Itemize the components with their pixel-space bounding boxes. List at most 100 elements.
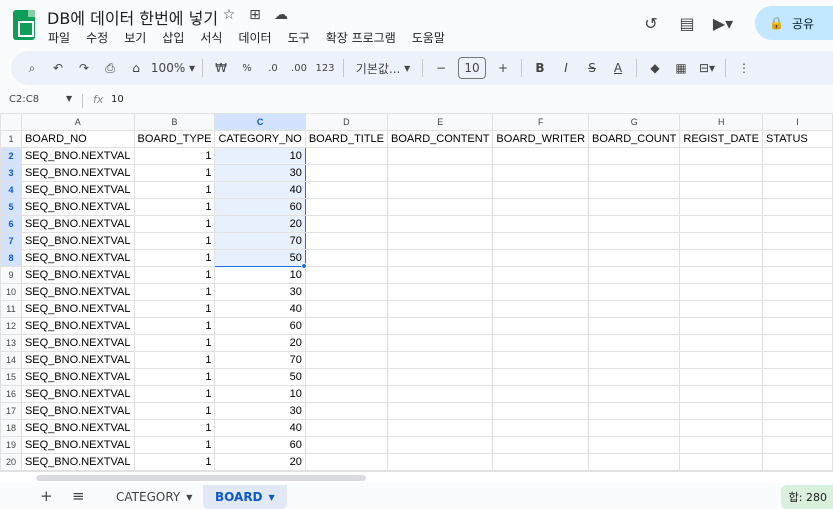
row-header[interactable]: 3 xyxy=(0,164,22,182)
column-header-c[interactable]: C xyxy=(214,113,306,131)
cell-b[interactable]: 1 xyxy=(133,317,216,335)
cell-h[interactable] xyxy=(679,317,763,335)
cell-e[interactable] xyxy=(387,215,494,233)
cell-g[interactable] xyxy=(588,300,681,318)
cell-a[interactable]: SEQ_BNO.NEXTVAL xyxy=(20,385,135,403)
cell-e[interactable] xyxy=(387,232,494,250)
cell-g[interactable] xyxy=(588,147,681,165)
cell-h[interactable] xyxy=(679,266,763,284)
search-menus-icon[interactable]: ⌕ xyxy=(19,56,45,80)
cell-g[interactable] xyxy=(588,181,681,199)
cell-f[interactable] xyxy=(492,147,590,165)
cell-e[interactable] xyxy=(387,164,494,182)
row-header[interactable]: 15 xyxy=(0,368,22,386)
cell-e[interactable] xyxy=(387,317,494,335)
cell-d[interactable] xyxy=(304,266,389,284)
menu-file[interactable]: 파일 xyxy=(40,29,78,46)
cell-b[interactable]: 1 xyxy=(133,215,216,233)
cell-e[interactable] xyxy=(387,402,494,420)
cell-c[interactable]: 30 xyxy=(214,283,306,301)
cell-g[interactable] xyxy=(588,249,681,267)
cell-i[interactable] xyxy=(761,164,833,182)
cell-h[interactable] xyxy=(679,215,763,233)
add-sheet-icon[interactable]: + xyxy=(40,487,53,505)
cell-c[interactable]: 60 xyxy=(214,436,306,454)
undo-icon[interactable]: ↶ xyxy=(45,56,71,80)
cell-f[interactable] xyxy=(492,402,590,420)
cell-a[interactable]: SEQ_BNO.NEXTVAL xyxy=(20,283,135,301)
cell-a[interactable]: SEQ_BNO.NEXTVAL xyxy=(20,368,135,386)
cell-header-e[interactable]: BOARD_CONTENT xyxy=(387,130,494,148)
cell-h[interactable] xyxy=(679,436,763,454)
formula-input[interactable]: 10 xyxy=(111,94,124,105)
cell-a[interactable]: SEQ_BNO.NEXTVAL xyxy=(20,453,135,471)
percent-format-button[interactable]: % xyxy=(234,56,260,80)
cell-i[interactable] xyxy=(761,402,833,420)
cell-b[interactable]: 1 xyxy=(133,232,216,250)
text-color-icon[interactable]: A xyxy=(605,56,631,80)
cell-b[interactable]: 1 xyxy=(133,147,216,165)
cell-a[interactable]: SEQ_BNO.NEXTVAL xyxy=(20,181,135,199)
cell-g[interactable] xyxy=(588,351,681,369)
number-format-button[interactable]: 123 xyxy=(312,56,338,80)
cell-i[interactable] xyxy=(761,334,833,352)
cell-b[interactable]: 1 xyxy=(133,249,216,267)
merge-cells-icon[interactable]: ⊟▾ xyxy=(694,56,720,80)
row-header[interactable]: 12 xyxy=(0,317,22,335)
menu-data[interactable]: 데이터 xyxy=(230,29,279,46)
cell-c[interactable]: 60 xyxy=(214,317,306,335)
cell-f[interactable] xyxy=(492,334,590,352)
cell-e[interactable] xyxy=(387,351,494,369)
cell-header-g[interactable]: BOARD_COUNT xyxy=(588,130,681,148)
cell-g[interactable] xyxy=(588,419,681,437)
cell-i[interactable] xyxy=(761,181,833,199)
cell-h[interactable] xyxy=(679,453,763,471)
row-header[interactable]: 6 xyxy=(0,215,22,233)
row-header[interactable]: 20 xyxy=(0,453,22,471)
cell-e[interactable] xyxy=(387,419,494,437)
cell-a[interactable]: SEQ_BNO.NEXTVAL xyxy=(20,317,135,335)
cell-b[interactable]: 1 xyxy=(133,181,216,199)
row-header[interactable]: 13 xyxy=(0,334,22,352)
cell-f[interactable] xyxy=(492,317,590,335)
redo-icon[interactable]: ↷ xyxy=(71,56,97,80)
cell-e[interactable] xyxy=(387,453,494,471)
cell-c[interactable]: 50 xyxy=(214,368,306,386)
cell-b[interactable]: 1 xyxy=(133,453,216,471)
cell-f[interactable] xyxy=(492,283,590,301)
cell-f[interactable] xyxy=(492,232,590,250)
cell-header-a[interactable]: BOARD_NO xyxy=(20,130,135,148)
row-header[interactable]: 14 xyxy=(0,351,22,369)
cell-a[interactable]: SEQ_BNO.NEXTVAL xyxy=(20,402,135,420)
cell-f[interactable] xyxy=(492,453,590,471)
italic-icon[interactable]: I xyxy=(553,56,579,80)
cell-d[interactable] xyxy=(304,317,389,335)
cell-d[interactable] xyxy=(304,385,389,403)
cell-c[interactable]: 70 xyxy=(214,351,306,369)
cell-e[interactable] xyxy=(387,368,494,386)
cell-a[interactable]: SEQ_BNO.NEXTVAL xyxy=(20,249,135,267)
cell-h[interactable] xyxy=(679,402,763,420)
cell-e[interactable] xyxy=(387,181,494,199)
cell-d[interactable] xyxy=(304,249,389,267)
cell-f[interactable] xyxy=(492,181,590,199)
cell-h[interactable] xyxy=(679,300,763,318)
cell-c[interactable]: 70 xyxy=(214,232,306,250)
cell-d[interactable] xyxy=(304,453,389,471)
cell-h[interactable] xyxy=(679,232,763,250)
cell-a[interactable]: SEQ_BNO.NEXTVAL xyxy=(20,266,135,284)
name-box[interactable]: C2:C8 xyxy=(9,94,39,105)
cell-header-i[interactable]: STATUS xyxy=(761,130,833,148)
cell-c[interactable]: 20 xyxy=(214,453,306,471)
cell-e[interactable] xyxy=(387,147,494,165)
cell-i[interactable] xyxy=(761,453,833,471)
cloud-status-icon[interactable]: ☁ xyxy=(272,7,290,23)
row-header[interactable]: 1 xyxy=(0,130,22,148)
cell-h[interactable] xyxy=(679,419,763,437)
row-header[interactable]: 5 xyxy=(0,198,22,216)
select-all-corner[interactable] xyxy=(0,113,22,131)
cell-g[interactable] xyxy=(588,215,681,233)
all-sheets-icon[interactable]: ≡ xyxy=(72,487,85,505)
cell-f[interactable] xyxy=(492,164,590,182)
cell-e[interactable] xyxy=(387,385,494,403)
